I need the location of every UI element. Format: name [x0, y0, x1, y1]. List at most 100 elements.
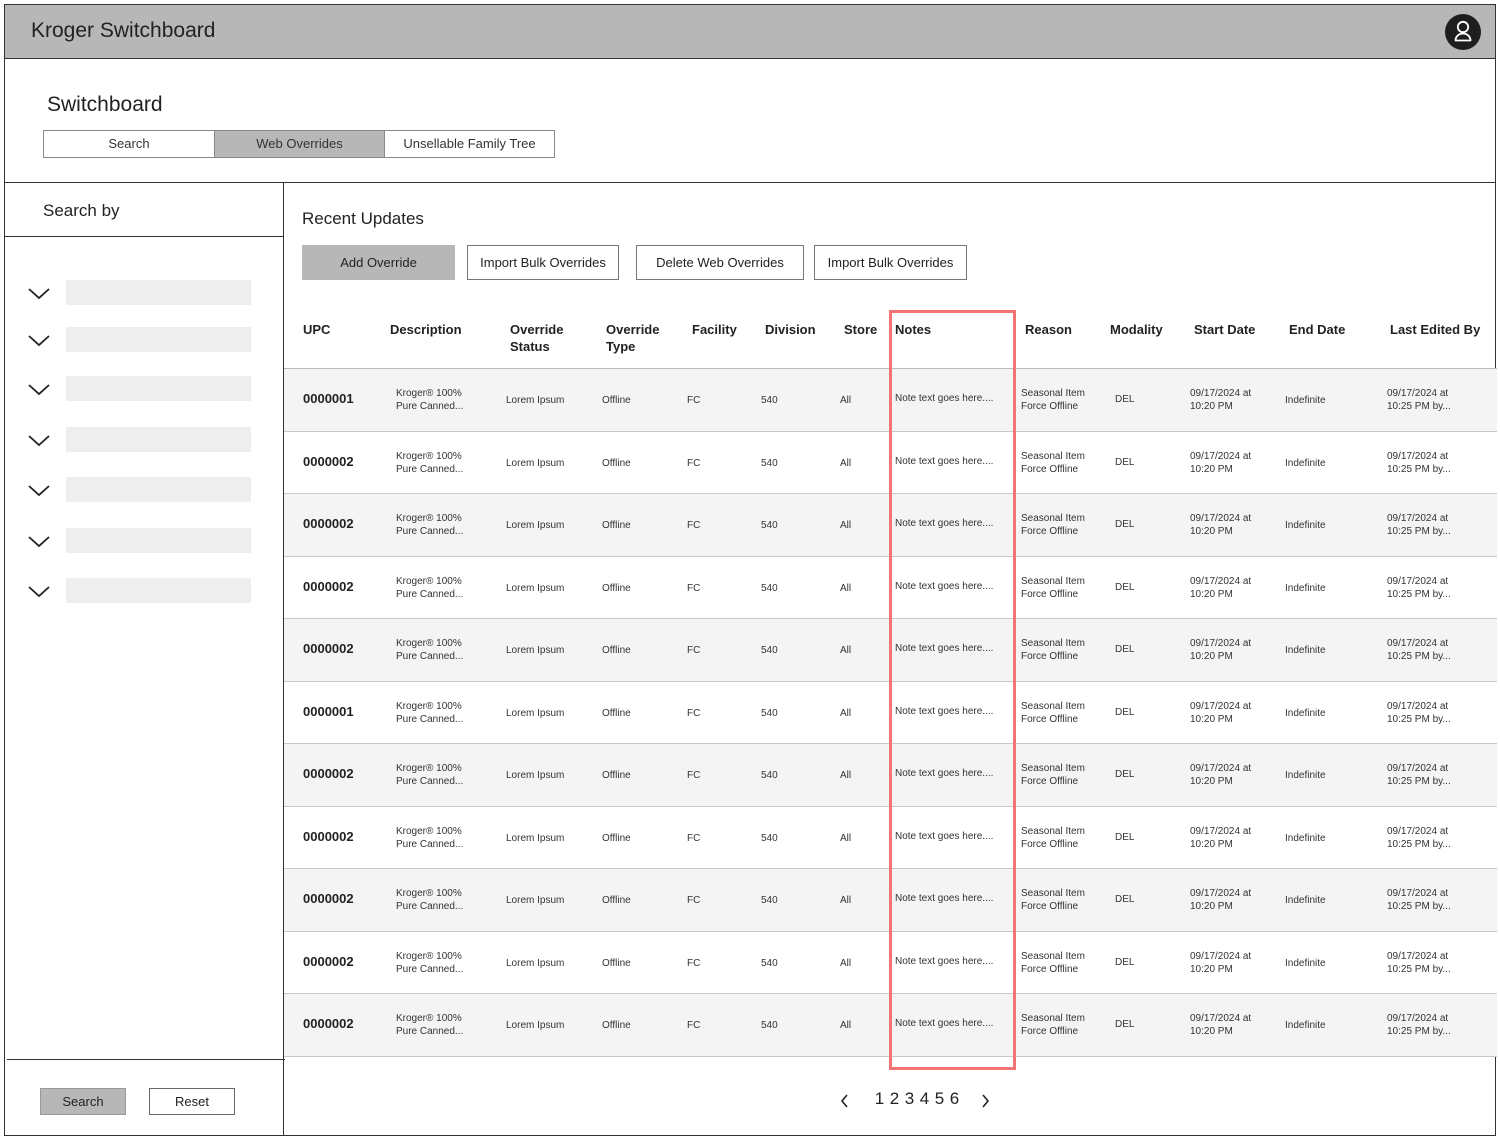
cell-division: 540 — [761, 707, 778, 719]
cell-description: Kroger® 100% Pure Canned... — [396, 888, 464, 912]
chevron-down-icon[interactable] — [25, 329, 53, 351]
header-override-status[interactable]: Override Status — [510, 321, 563, 355]
page-number[interactable]: 6 — [948, 1089, 961, 1109]
chevron-right-icon[interactable] — [978, 1092, 992, 1110]
cell-store: All — [840, 395, 852, 406]
cell-facility: FC — [687, 582, 701, 594]
cell-facility: FC — [687, 645, 701, 656]
import-bulk-overrides-button[interactable]: Import Bulk Overrides — [467, 245, 619, 280]
cell-override-type: Offline — [602, 520, 631, 531]
cell-upc: 0000002 — [303, 453, 354, 469]
tab-search[interactable]: Search — [44, 131, 214, 157]
add-override-button[interactable]: Add Override — [302, 245, 455, 280]
cell-description: Kroger® 100% Pure Canned... — [396, 450, 464, 475]
tab-web-overrides[interactable]: Web Overrides — [214, 131, 384, 157]
filter-field[interactable] — [66, 528, 251, 553]
chevron-down-icon[interactable] — [25, 378, 53, 400]
header-facility[interactable]: Facility — [692, 321, 737, 338]
import-bulk-overrides-button-2[interactable]: Import Bulk Overrides — [814, 245, 967, 280]
chevron-down-icon[interactable] — [25, 429, 53, 451]
cell-override-status: Lorem Ipsum — [506, 832, 565, 844]
filter-row[interactable] — [25, 376, 255, 402]
header-store[interactable]: Store — [844, 321, 877, 338]
cell-modality: DEL — [1115, 769, 1135, 780]
filter-row[interactable] — [25, 327, 255, 353]
table-row[interactable]: 0000002 Kroger® 100% Pure Canned... Lorem … — [284, 494, 1497, 557]
header-division[interactable]: Division — [765, 321, 816, 338]
cell-modality: DEL — [1115, 706, 1135, 718]
page-number[interactable]: 5 — [933, 1089, 946, 1109]
sidebar-footer: Search Reset — [7, 1059, 285, 1135]
cell-division: 540 — [761, 645, 778, 656]
filter-row[interactable] — [25, 280, 255, 306]
table-row[interactable]: 0000001 Kroger® 100% Pure Canned... Lorem … — [284, 681, 1497, 744]
table-row[interactable]: 0000002 Kroger® 100% Pure Canned... Lorem … — [284, 869, 1497, 932]
cell-notes: Note text goes here.... — [895, 518, 994, 529]
search-button[interactable]: Search — [40, 1088, 126, 1115]
cell-modality: DEL — [1115, 394, 1135, 405]
header-notes[interactable]: Notes — [895, 321, 931, 338]
chevron-left-icon[interactable] — [838, 1092, 852, 1110]
cell-last-edited-by: 09/17/2024 at 10:25 PM by... — [1387, 450, 1451, 475]
cell-reason: Seasonal Item Force Offline — [1021, 1013, 1085, 1037]
chevron-down-icon[interactable] — [25, 580, 53, 602]
cell-facility: FC — [687, 770, 701, 781]
chevron-down-icon[interactable] — [25, 282, 53, 304]
header-end-date[interactable]: End Date — [1289, 321, 1345, 338]
reset-button[interactable]: Reset — [149, 1088, 235, 1115]
cell-end-date: Indefinite — [1285, 582, 1326, 594]
cell-modality: DEL — [1115, 519, 1135, 530]
cell-start-date: 09/17/2024 at 10:20 PM — [1190, 700, 1252, 725]
filter-field[interactable] — [66, 427, 251, 452]
filter-row[interactable] — [25, 578, 255, 604]
table-row[interactable]: 0000002 Kroger® 100% Pure Canned... Lorem … — [284, 556, 1497, 619]
filter-field[interactable] — [66, 578, 251, 603]
filter-field[interactable] — [66, 477, 251, 502]
cell-override-type: Offline — [602, 957, 631, 969]
chevron-down-icon[interactable] — [25, 530, 53, 552]
table-row[interactable]: 0000002 Kroger® 100% Pure Canned... Lorem … — [284, 619, 1497, 682]
header-override-type[interactable]: Override Type — [606, 321, 659, 355]
filter-row[interactable] — [25, 427, 255, 453]
table-row[interactable]: 0000002 Kroger® 100% Pure Canned... Lorem … — [284, 806, 1497, 869]
cell-upc: 0000002 — [303, 766, 354, 781]
cell-last-edited-by: 09/17/2024 at 10:25 PM by... — [1387, 1013, 1451, 1037]
page-number[interactable]: 3 — [903, 1089, 916, 1109]
sidebar-title: Search by — [43, 201, 120, 220]
header-start-date[interactable]: Start Date — [1194, 321, 1255, 338]
filter-field[interactable] — [66, 280, 251, 305]
table-row[interactable]: 0000002 Kroger® 100% Pure Canned... Lorem … — [284, 931, 1497, 994]
cell-division: 540 — [761, 395, 778, 406]
cell-notes: Note text goes here.... — [895, 643, 994, 654]
cell-notes: Note text goes here.... — [895, 393, 994, 404]
chevron-down-icon[interactable] — [25, 479, 53, 501]
page-number[interactable]: 1 — [873, 1089, 886, 1109]
tab-unsellable-family-tree[interactable]: Unsellable Family Tree — [384, 131, 554, 157]
delete-web-overrides-button[interactable]: Delete Web Overrides — [636, 245, 804, 280]
table-row[interactable]: 0000002 Kroger® 100% Pure Canned... Lorem … — [284, 744, 1497, 807]
cell-store: All — [840, 770, 852, 781]
cell-override-status: Lorem Ipsum — [506, 770, 565, 781]
table-row[interactable]: 0000002 Kroger® 100% Pure Canned... Lorem … — [284, 431, 1497, 494]
filter-field[interactable] — [66, 327, 251, 352]
cell-last-edited-by: 09/17/2024 at 10:25 PM by... — [1387, 825, 1451, 850]
header-description[interactable]: Description — [390, 321, 462, 338]
cell-notes: Note text goes here.... — [895, 955, 994, 967]
cell-override-type: Offline — [602, 770, 631, 781]
header-modality[interactable]: Modality — [1110, 321, 1163, 338]
header-reason[interactable]: Reason — [1025, 321, 1072, 338]
cell-modality: DEL — [1115, 456, 1135, 468]
table-row[interactable]: 0000002 Kroger® 100% Pure Canned... Lorem … — [284, 994, 1497, 1057]
user-avatar-button[interactable] — [1445, 14, 1481, 50]
cell-notes: Note text goes here.... — [895, 830, 994, 842]
table-row[interactable]: 0000001 Kroger® 100% Pure Canned... Lorem … — [284, 369, 1497, 432]
page-number[interactable]: 2 — [888, 1089, 901, 1109]
cell-store: All — [840, 520, 852, 531]
cell-division: 540 — [761, 770, 778, 781]
header-last-edited-by[interactable]: Last Edited By — [1390, 321, 1480, 338]
header-upc[interactable]: UPC — [303, 321, 330, 338]
filter-row[interactable] — [25, 528, 255, 554]
page-number[interactable]: 4 — [918, 1089, 931, 1109]
filter-row[interactable] — [25, 477, 255, 503]
filter-field[interactable] — [66, 376, 251, 401]
